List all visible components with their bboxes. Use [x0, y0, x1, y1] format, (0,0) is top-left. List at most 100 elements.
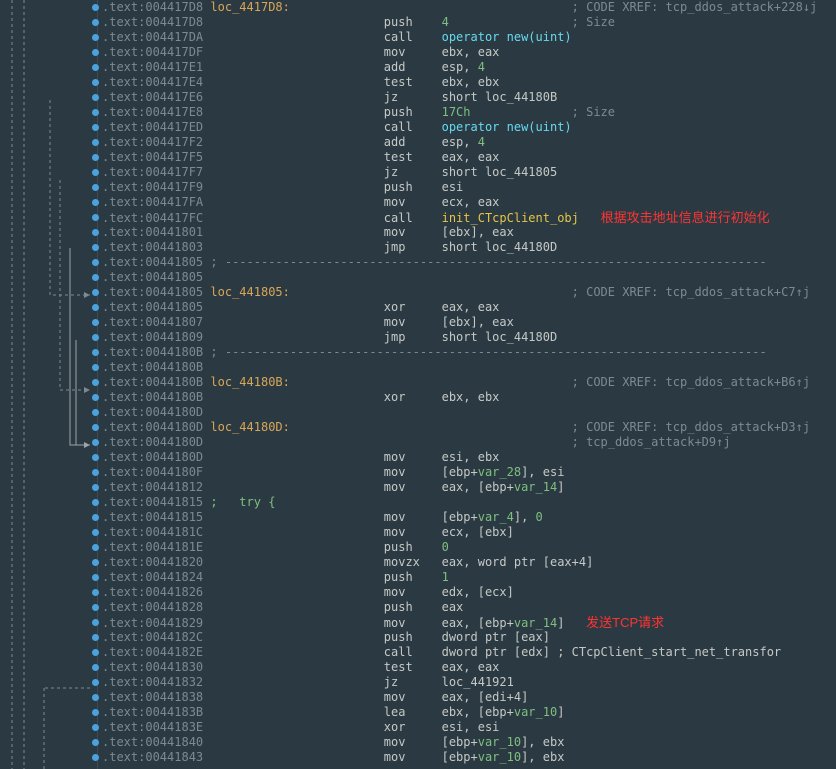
- breakpoint-dot[interactable]: [92, 754, 99, 761]
- asm-line[interactable]: .text:0044180D ; tcp_ddos_attack+D9↑j: [102, 435, 836, 450]
- breakpoint-dot[interactable]: [92, 49, 99, 56]
- asm-line[interactable]: .text:00441815 ; try {: [102, 495, 836, 510]
- asm-line[interactable]: .text:004417ED call operator new(uint): [102, 120, 836, 135]
- asm-line[interactable]: .text:004417E1 add esp, 4: [102, 60, 836, 75]
- breakpoint-dot[interactable]: [92, 439, 99, 446]
- breakpoint-dot[interactable]: [92, 514, 99, 521]
- breakpoint-dot[interactable]: [92, 364, 99, 371]
- asm-line[interactable]: .text:004417E8 push 17Ch ; Size: [102, 105, 836, 120]
- breakpoint-dot[interactable]: [92, 574, 99, 581]
- breakpoint-dot[interactable]: [92, 319, 99, 326]
- asm-line[interactable]: .text:00441838 mov eax, [edi+4]: [102, 690, 836, 705]
- asm-line[interactable]: .text:00441801 mov [ebx], eax: [102, 225, 836, 240]
- asm-line[interactable]: .text:004417DA call operator new(uint): [102, 30, 836, 45]
- asm-line[interactable]: .text:0044180F mov [ebp+var_28], esi: [102, 465, 836, 480]
- breakpoint-dot[interactable]: [92, 334, 99, 341]
- breakpoint-dot[interactable]: [92, 379, 99, 386]
- breakpoint-dot[interactable]: [92, 469, 99, 476]
- asm-line[interactable]: .text:00441840 mov [ebp+var_10], ebx: [102, 735, 836, 750]
- asm-line[interactable]: .text:004417D8 loc_4417D8: ; CODE XREF: …: [102, 0, 836, 15]
- asm-line[interactable]: .text:0044180B: [102, 360, 836, 375]
- asm-line[interactable]: .text:00441843 mov [ebp+var_10], ebx: [102, 750, 836, 765]
- breakpoint-dot[interactable]: [92, 79, 99, 86]
- asm-line[interactable]: .text:004417D8 push 4 ; Size: [102, 15, 836, 30]
- asm-line[interactable]: .text:00441805 ; -----------------------…: [102, 255, 836, 270]
- breakpoint-dot[interactable]: [92, 499, 99, 506]
- breakpoint-dot[interactable]: [92, 199, 99, 206]
- breakpoint-dot[interactable]: [92, 454, 99, 461]
- breakpoint-dot[interactable]: [92, 154, 99, 161]
- asm-line[interactable]: .text:0044180D: [102, 405, 836, 420]
- breakpoint-dot[interactable]: [92, 19, 99, 26]
- asm-line[interactable]: .text:0044182E call dword ptr [edx] ; CT…: [102, 645, 836, 660]
- breakpoint-dot[interactable]: [92, 4, 99, 11]
- asm-line[interactable]: .text:0044181C mov ecx, [ebx]: [102, 525, 836, 540]
- breakpoint-dot[interactable]: [92, 544, 99, 551]
- asm-line[interactable]: .text:004417F5 test eax, eax: [102, 150, 836, 165]
- asm-line[interactable]: .text:004417F9 push esi: [102, 180, 836, 195]
- breakpoint-dot[interactable]: [92, 559, 99, 566]
- breakpoint-dot[interactable]: [92, 94, 99, 101]
- breakpoint-dot[interactable]: [92, 349, 99, 356]
- asm-line[interactable]: .text:004417F2 add esp, 4: [102, 135, 836, 150]
- asm-line[interactable]: .text:00441830 test eax, eax: [102, 660, 836, 675]
- breakpoint-dot[interactable]: [92, 244, 99, 251]
- disassembly-listing[interactable]: .text:004417D8 loc_4417D8: ; CODE XREF: …: [98, 0, 836, 765]
- breakpoint-dot[interactable]: [92, 64, 99, 71]
- breakpoint-dot[interactable]: [92, 214, 99, 221]
- asm-line[interactable]: .text:004417DF mov ebx, eax: [102, 45, 836, 60]
- asm-line[interactable]: .text:004417FC call init_CTcpClient_obj …: [102, 210, 836, 225]
- breakpoint-dot[interactable]: [92, 409, 99, 416]
- asm-line[interactable]: .text:00441809 jmp short loc_44180D: [102, 330, 836, 345]
- asm-line[interactable]: .text:00441824 push 1: [102, 570, 836, 585]
- breakpoint-dot[interactable]: [92, 664, 99, 671]
- asm-line[interactable]: .text:0044182C push dword ptr [eax]: [102, 630, 836, 645]
- breakpoint-dot[interactable]: [92, 139, 99, 146]
- asm-line[interactable]: .text:00441803 jmp short loc_44180D: [102, 240, 836, 255]
- asm-line[interactable]: .text:0044183E xor esi, esi: [102, 720, 836, 735]
- breakpoint-dot[interactable]: [92, 184, 99, 191]
- asm-line[interactable]: .text:00441805 loc_441805: ; CODE XREF: …: [102, 285, 836, 300]
- breakpoint-dot[interactable]: [92, 739, 99, 746]
- asm-line[interactable]: .text:0044180D loc_44180D: ; CODE XREF: …: [102, 420, 836, 435]
- asm-line[interactable]: .text:00441805: [102, 270, 836, 285]
- breakpoint-dot[interactable]: [92, 604, 99, 611]
- breakpoint-dot[interactable]: [92, 259, 99, 266]
- breakpoint-dot[interactable]: [92, 34, 99, 41]
- asm-line[interactable]: .text:004417F7 jz short loc_441805: [102, 165, 836, 180]
- breakpoint-dot[interactable]: [92, 169, 99, 176]
- breakpoint-dot[interactable]: [92, 529, 99, 536]
- breakpoint-dot[interactable]: [92, 229, 99, 236]
- asm-line[interactable]: .text:00441826 mov edx, [ecx]: [102, 585, 836, 600]
- asm-line[interactable]: .text:0044180B ; -----------------------…: [102, 345, 836, 360]
- breakpoint-dot[interactable]: [92, 484, 99, 491]
- breakpoint-dot[interactable]: [92, 619, 99, 626]
- breakpoint-dot[interactable]: [92, 679, 99, 686]
- breakpoint-dot[interactable]: [92, 124, 99, 131]
- breakpoint-dot[interactable]: [92, 424, 99, 431]
- asm-line[interactable]: .text:0044181E push 0: [102, 540, 836, 555]
- breakpoint-dot[interactable]: [92, 109, 99, 116]
- breakpoint-dot[interactable]: [92, 694, 99, 701]
- asm-line[interactable]: .text:004417FA mov ecx, eax: [102, 195, 836, 210]
- asm-line[interactable]: .text:00441828 push eax: [102, 600, 836, 615]
- asm-line[interactable]: .text:00441820 movzx eax, word ptr [eax+…: [102, 555, 836, 570]
- breakpoint-dot[interactable]: [92, 649, 99, 656]
- breakpoint-dot[interactable]: [92, 724, 99, 731]
- breakpoint-dot[interactable]: [92, 589, 99, 596]
- asm-line[interactable]: .text:0044180B loc_44180B: ; CODE XREF: …: [102, 375, 836, 390]
- asm-line[interactable]: .text:0044180B xor ebx, ebx: [102, 390, 836, 405]
- asm-line[interactable]: .text:00441815 mov [ebp+var_4], 0: [102, 510, 836, 525]
- asm-line[interactable]: .text:00441829 mov eax, [ebp+var_14] 发送T…: [102, 615, 836, 630]
- breakpoint-dot[interactable]: [92, 394, 99, 401]
- asm-line[interactable]: .text:0044180D mov esi, ebx: [102, 450, 836, 465]
- asm-line[interactable]: .text:004417E6 jz short loc_44180B: [102, 90, 836, 105]
- asm-line[interactable]: .text:00441807 mov [ebx], eax: [102, 315, 836, 330]
- breakpoint-dot[interactable]: [92, 289, 99, 296]
- asm-line[interactable]: .text:0044183B lea ebx, [ebp+var_10]: [102, 705, 836, 720]
- asm-line[interactable]: .text:00441812 mov eax, [ebp+var_14]: [102, 480, 836, 495]
- asm-line[interactable]: .text:00441832 jz loc_441921: [102, 675, 836, 690]
- breakpoint-dot[interactable]: [92, 274, 99, 281]
- asm-line[interactable]: .text:004417E4 test ebx, ebx: [102, 75, 836, 90]
- asm-line[interactable]: .text:00441805 xor eax, eax: [102, 300, 836, 315]
